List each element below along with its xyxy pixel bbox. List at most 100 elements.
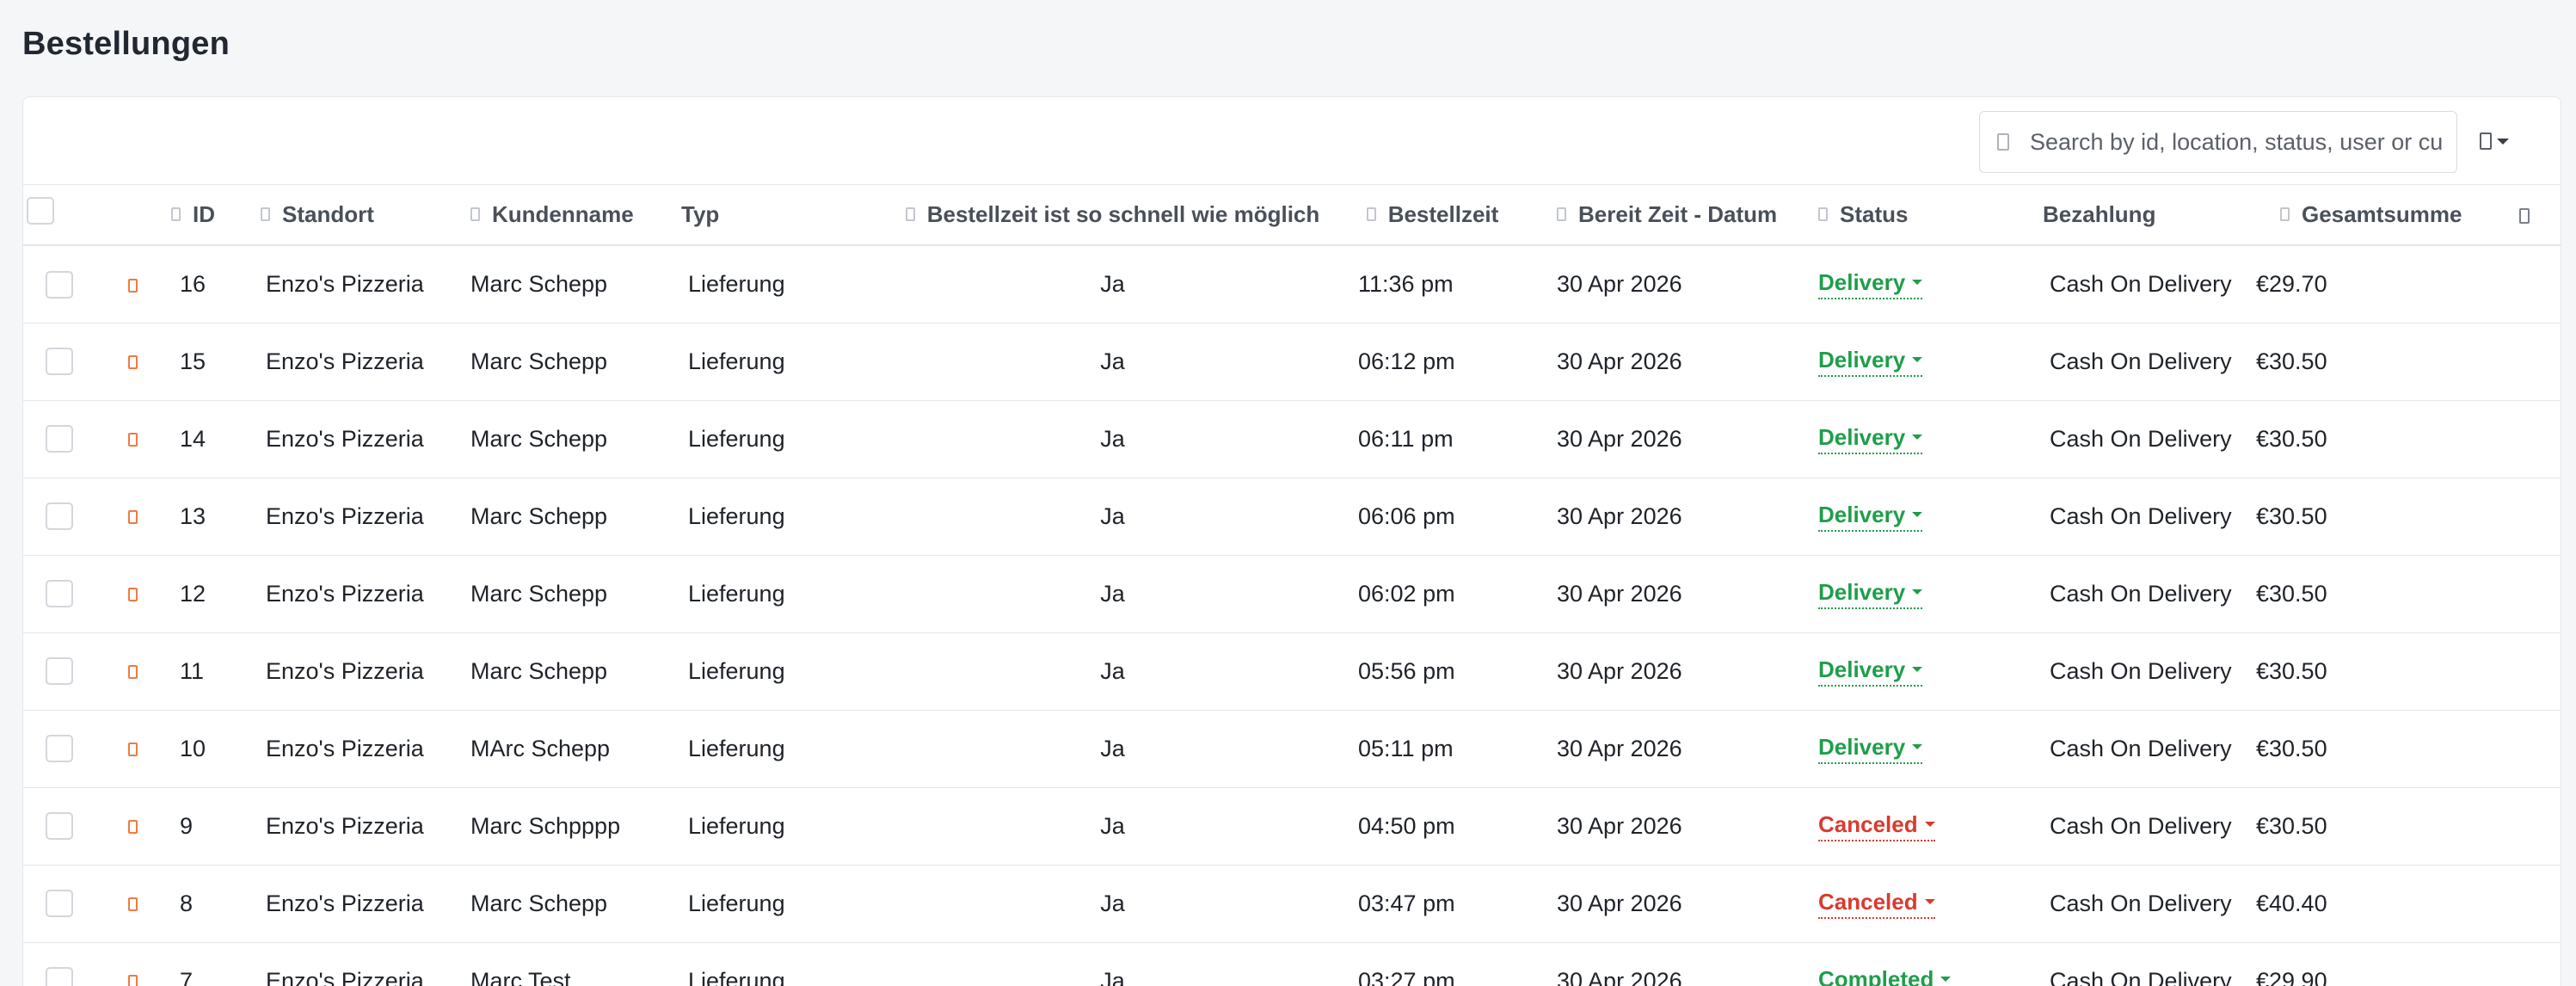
cell-ready-date: 30 Apr 2026 xyxy=(1522,323,1813,401)
table-row[interactable]: 14 Enzo's Pizzeria Marc Schepp Lieferung… xyxy=(23,400,2561,478)
edit-icon[interactable] xyxy=(128,820,138,835)
table-row[interactable]: 15 Enzo's Pizzeria Marc Schepp Lieferung… xyxy=(23,323,2561,401)
column-settings-icon[interactable] xyxy=(2519,208,2530,225)
header-total[interactable]: Gesamtsumme xyxy=(2253,185,2493,246)
status-dropdown[interactable]: Delivery xyxy=(1818,347,1923,377)
table-row[interactable]: 16 Enzo's Pizzeria Marc Schepp Lieferung… xyxy=(23,245,2561,324)
row-checkbox[interactable] xyxy=(46,348,73,376)
status-dropdown[interactable]: Completed xyxy=(1818,966,1952,986)
search-box[interactable] xyxy=(1979,111,2457,173)
header-id-label: ID xyxy=(193,201,215,227)
cell-order-time: 03:47 pm xyxy=(1343,865,1522,943)
row-checkbox[interactable] xyxy=(46,425,73,453)
cell-location: Enzo's Pizzeria xyxy=(257,555,465,633)
cell-status: Delivery xyxy=(1813,245,2022,324)
cell-total: €30.50 xyxy=(2253,400,2493,478)
cell-empty xyxy=(2493,710,2561,788)
row-checkbox[interactable] xyxy=(46,502,73,531)
cell-payment: Cash On Delivery xyxy=(2022,710,2253,788)
status-dropdown[interactable]: Delivery xyxy=(1818,423,1923,454)
table-row[interactable]: 10 Enzo's Pizzeria MArc Schepp Lieferung… xyxy=(23,710,2561,788)
cell-type: Lieferung xyxy=(678,865,882,943)
edit-icon[interactable] xyxy=(128,278,138,293)
select-all-checkbox[interactable] xyxy=(27,197,54,225)
row-checkbox[interactable] xyxy=(46,735,73,763)
status-dropdown[interactable]: Delivery xyxy=(1818,733,1923,764)
status-dropdown[interactable]: Delivery xyxy=(1818,656,1923,687)
orders-table: ID Standort Kundenname Typ Bestellzeit i… xyxy=(23,185,2561,986)
table-row[interactable]: 13 Enzo's Pizzeria Marc Schepp Lieferung… xyxy=(23,478,2561,556)
edit-icon[interactable] xyxy=(128,433,138,447)
cell-location: Enzo's Pizzeria xyxy=(257,787,465,866)
cell-type: Lieferung xyxy=(678,323,882,401)
cell-customer: Marc Schepp xyxy=(465,632,678,711)
status-label: Canceled xyxy=(1818,888,1918,915)
header-asap-label: Bestellzeit ist so schnell wie möglich xyxy=(926,201,1320,227)
status-label: Delivery xyxy=(1818,733,1906,760)
cell-asap: Ja xyxy=(882,555,1343,633)
sort-icon xyxy=(470,207,480,222)
sort-icon xyxy=(905,207,915,222)
search-input[interactable] xyxy=(2030,128,2443,156)
table-row[interactable]: 9 Enzo's Pizzeria Marc Schpppp Lieferung… xyxy=(23,787,2561,866)
header-status[interactable]: Status xyxy=(1813,185,2022,246)
cell-empty xyxy=(2493,323,2561,401)
cell-ready-date: 30 Apr 2026 xyxy=(1522,245,1813,324)
edit-icon[interactable] xyxy=(128,510,138,525)
row-checkbox[interactable] xyxy=(46,580,73,608)
edit-icon[interactable] xyxy=(128,355,138,370)
row-checkbox[interactable] xyxy=(46,812,73,841)
row-checkbox[interactable] xyxy=(46,890,73,918)
cell-payment: Cash On Delivery xyxy=(2022,478,2253,556)
cell-empty xyxy=(2493,942,2561,986)
header-id[interactable]: ID xyxy=(171,185,257,246)
table-row[interactable]: 7 Enzo's Pizzeria Marc Test Lieferung Ja… xyxy=(23,942,2561,986)
table-row[interactable]: 11 Enzo's Pizzeria Marc Schepp Lieferung… xyxy=(23,632,2561,711)
cell-customer: Marc Schepp xyxy=(465,555,678,633)
table-row[interactable]: 8 Enzo's Pizzeria Marc Schepp Lieferung … xyxy=(23,865,2561,943)
status-dropdown[interactable]: Delivery xyxy=(1818,502,1923,532)
cell-empty xyxy=(2493,400,2561,478)
status-dropdown[interactable]: Delivery xyxy=(1818,269,1923,299)
columns-toggle-button[interactable] xyxy=(2480,128,2528,154)
header-location[interactable]: Standort xyxy=(257,185,465,246)
edit-icon[interactable] xyxy=(128,975,138,986)
row-checkbox[interactable] xyxy=(46,270,73,299)
status-dropdown[interactable]: Delivery xyxy=(1818,578,1923,609)
edit-icon[interactable] xyxy=(128,665,138,680)
header-type-label: Typ xyxy=(681,201,720,227)
search-icon xyxy=(1997,133,2009,151)
cell-asap: Ja xyxy=(882,865,1343,943)
cell-id: 15 xyxy=(171,323,257,401)
cell-id: 8 xyxy=(171,865,257,943)
cell-type: Lieferung xyxy=(678,942,882,986)
cell-payment: Cash On Delivery xyxy=(2022,787,2253,866)
status-dropdown[interactable]: Canceled xyxy=(1818,811,1935,841)
cell-payment: Cash On Delivery xyxy=(2022,400,2253,478)
status-label: Delivery xyxy=(1818,423,1906,450)
edit-icon[interactable] xyxy=(128,743,138,757)
header-asap[interactable]: Bestellzeit ist so schnell wie möglich xyxy=(882,185,1343,246)
cell-order-time: 05:11 pm xyxy=(1343,710,1522,788)
cell-location: Enzo's Pizzeria xyxy=(257,245,465,324)
cell-empty xyxy=(2493,632,2561,711)
cell-order-time: 06:02 pm xyxy=(1343,555,1522,633)
row-select-cell xyxy=(23,865,101,943)
header-order-time[interactable]: Bestellzeit xyxy=(1343,185,1522,246)
cell-order-time: 06:11 pm xyxy=(1343,400,1522,478)
status-label: Delivery xyxy=(1818,578,1906,605)
cell-payment: Cash On Delivery xyxy=(2022,323,2253,401)
edit-icon[interactable] xyxy=(128,897,138,912)
row-select-cell xyxy=(23,942,101,986)
header-ready-date[interactable]: Bereit Zeit - Datum xyxy=(1522,185,1813,246)
table-row[interactable]: 12 Enzo's Pizzeria Marc Schepp Lieferung… xyxy=(23,555,2561,633)
column-settings-cell[interactable] xyxy=(2493,185,2561,246)
status-dropdown[interactable]: Canceled xyxy=(1818,889,1935,919)
header-customer[interactable]: Kundenname xyxy=(465,185,678,246)
cell-total: €29.70 xyxy=(2253,245,2493,324)
cell-total: €30.50 xyxy=(2253,787,2493,866)
edit-icon[interactable] xyxy=(128,588,138,602)
row-checkbox[interactable] xyxy=(46,967,73,986)
row-checkbox[interactable] xyxy=(46,657,73,686)
cell-total: €30.50 xyxy=(2253,478,2493,556)
